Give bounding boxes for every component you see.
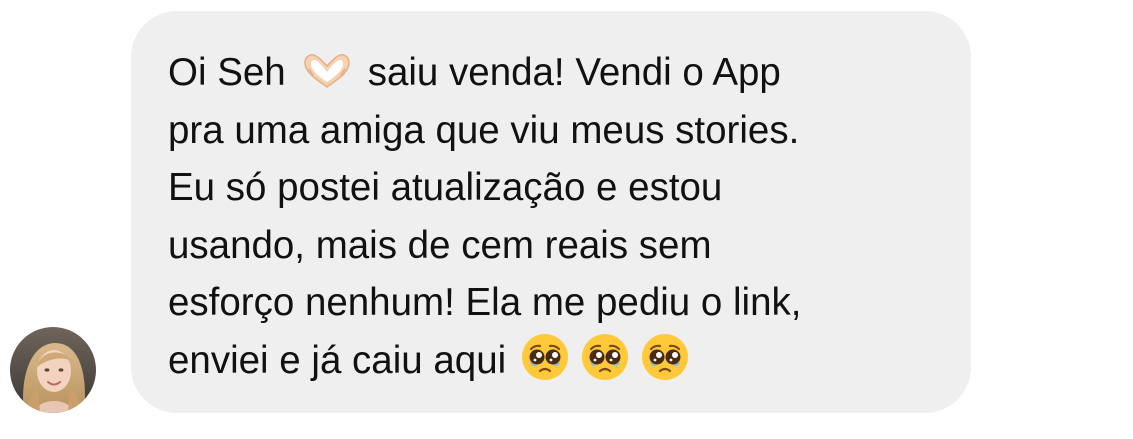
message-line: usando, mais de cem reais sem	[168, 217, 958, 275]
avatar-photo-icon	[10, 327, 96, 413]
sender-avatar[interactable]	[10, 327, 96, 413]
heart-hands-icon	[299, 50, 355, 90]
message-line: enviei e já caiu aqui	[168, 332, 958, 390]
message-text-segment: usando, mais de cem reais sem	[168, 223, 712, 267]
message-line: esforço nenhum! Ela me pediu o link,	[168, 274, 958, 332]
message-text: Oi Seh saiu venda! Vendi o App pra uma a…	[168, 44, 958, 389]
message-text-segment: Oi Seh	[168, 51, 286, 94]
pleading-face-icon	[580, 332, 630, 382]
message-text-segment: Eu só postei atualização e estou	[168, 166, 723, 209]
message-text-segment: saiu venda! Vendi o App	[367, 51, 781, 94]
pleading-face-icon	[520, 332, 570, 382]
chat-canvas: Oi Seh saiu venda! Vendi o App pra uma a…	[0, 0, 1133, 439]
message-line: Oi Seh saiu venda! Vendi o App	[168, 44, 958, 102]
message-text-segment: pra uma amiga que viu meus stories.	[168, 108, 800, 152]
pleading-face-icon	[640, 332, 690, 382]
message-line: pra uma amiga que viu meus stories.	[168, 102, 958, 160]
message-text-segment: esforço nenhum! Ela me pediu o link,	[168, 281, 802, 324]
message-text-segment: enviei e já caiu aqui	[168, 338, 507, 382]
message-line: Eu só postei atualização e estou	[168, 159, 958, 217]
